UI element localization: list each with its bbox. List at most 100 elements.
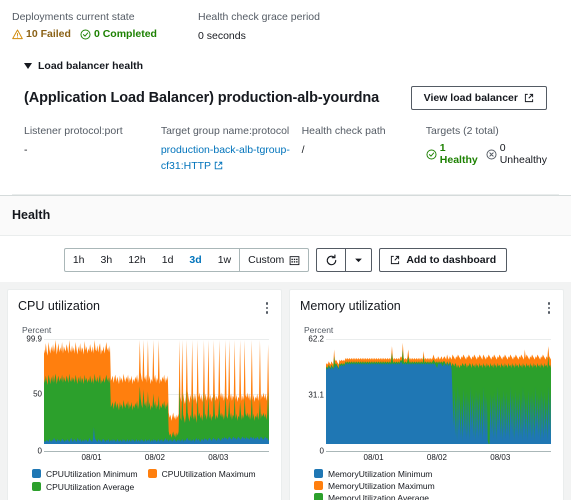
time-range-1h[interactable]: 1h bbox=[65, 249, 93, 271]
cpu-x-axis: 08/01 08/02 08/03 bbox=[44, 451, 269, 465]
details-columns: Deployments current state 10 Failed 0 Co… bbox=[12, 10, 559, 44]
alb-title: (Application Load Balancer) production-a… bbox=[24, 90, 380, 106]
close-circle-icon bbox=[486, 148, 497, 160]
targets-healthy: 1 Healthy bbox=[426, 142, 478, 166]
cpu-legend-label: CPUUtilization Average bbox=[46, 481, 135, 492]
health-section-title: Health bbox=[12, 208, 51, 222]
listener-label: Listener protocol:port bbox=[24, 125, 123, 137]
memory-legend-label: MemoryUtilization Minimum bbox=[328, 468, 433, 479]
deployments-failed-text: 10 Failed bbox=[26, 28, 71, 40]
cpu-card-menu-button[interactable] bbox=[263, 299, 272, 317]
memory-utilization-card: Memory utilization Percent 0 31.1 62.2 08/… bbox=[289, 289, 564, 500]
target-group-label: Target group name:protocol bbox=[160, 125, 290, 137]
time-range-3d[interactable]: 3d bbox=[181, 249, 209, 271]
check-circle-icon bbox=[426, 148, 437, 160]
external-link-icon[interactable] bbox=[214, 161, 223, 170]
grace-period-label: Health check grace period bbox=[198, 11, 320, 23]
time-range-3h[interactable]: 3h bbox=[93, 249, 121, 271]
time-range-selector[interactable]: 1h 3h 12h 1d 3d 1w Custom bbox=[63, 248, 310, 272]
targets-unhealthy: 0 Unhealthy bbox=[486, 142, 547, 166]
targets-block: Targets (2 total) 1 Healthy 0 Unhealthy bbox=[426, 124, 547, 174]
targets-unhealthy-text: 0 Unhealthy bbox=[499, 142, 547, 166]
external-link-icon bbox=[524, 93, 534, 103]
refresh-icon bbox=[325, 253, 338, 267]
memory-x-tick-label: 08/01 bbox=[363, 452, 384, 462]
targets-label: Targets (2 total) bbox=[425, 125, 499, 137]
memory-x-axis: 08/01 08/02 08/03 bbox=[326, 451, 551, 465]
cpu-utilization-card: CPU utilization Percent 0 50 99.9 08/01 08/… bbox=[7, 289, 282, 500]
cpu-y-tick-label: 50 bbox=[33, 389, 42, 399]
grace-period-block: Health check grace period 0 seconds bbox=[198, 10, 320, 44]
grace-period-value: 0 seconds bbox=[198, 30, 246, 42]
memory-card-menu-button[interactable] bbox=[545, 299, 554, 317]
target-group-block: Target group name:protocol production-ba… bbox=[161, 124, 302, 174]
cpu-series-svg bbox=[44, 339, 269, 444]
time-range-12h[interactable]: 12h bbox=[120, 249, 154, 271]
view-load-balancer-label: View load balancer bbox=[423, 92, 518, 104]
cpu-card-header: CPU utilization bbox=[18, 299, 271, 317]
memory-legend-item[interactable]: MemoryUtilization Maximum bbox=[314, 481, 553, 491]
memory-y-tick-label: 31.1 bbox=[308, 390, 324, 399]
legend-swatch-icon bbox=[32, 469, 41, 478]
alb-header: (Application Load Balancer) production-a… bbox=[12, 86, 559, 110]
deployments-completed-text: 0 Completed bbox=[93, 28, 157, 40]
memory-plot-area: 0 31.1 62.2 bbox=[300, 334, 553, 455]
cpu-y-tick-label: 0 bbox=[37, 446, 42, 455]
cpu-legend: CPUUtilization Minimum CPUUtilization Max… bbox=[18, 469, 271, 492]
add-to-dashboard-button[interactable]: Add to dashboard bbox=[379, 248, 508, 272]
refresh-button[interactable] bbox=[316, 248, 347, 272]
metrics-cards: CPU utilization Percent 0 50 99.9 08/01 08/… bbox=[0, 282, 571, 500]
memory-y-tick-label: 0 bbox=[319, 446, 324, 455]
cpu-y-axis-unit: Percent bbox=[22, 324, 52, 335]
health-check-path-label: Health check path bbox=[301, 125, 386, 137]
deployments-state-values: 10 Failed 0 Completed bbox=[12, 28, 198, 40]
memory-series-svg bbox=[326, 342, 551, 444]
cpu-legend-item[interactable]: CPUUtilization Average bbox=[32, 482, 134, 492]
cpu-x-tick-label: 08/01 bbox=[81, 452, 102, 462]
refresh-options-button[interactable] bbox=[346, 248, 373, 272]
legend-swatch-icon bbox=[314, 493, 323, 500]
cpu-plot-area: 0 50 99.9 bbox=[18, 334, 271, 455]
service-details: Deployments current state 10 Failed 0 Co… bbox=[0, 0, 571, 195]
memory-y-tick-label: 62.2 bbox=[308, 334, 324, 343]
cpu-legend-label: CPUUtilization Minimum bbox=[46, 468, 138, 479]
memory-legend: MemoryUtilization Minimum MemoryUtilizati… bbox=[300, 469, 553, 500]
time-range-1w[interactable]: 1w bbox=[210, 249, 239, 271]
time-range-custom[interactable]: Custom bbox=[240, 249, 308, 271]
cpu-x-tick-label: 08/02 bbox=[144, 452, 165, 462]
health-check-path-value: / bbox=[301, 144, 305, 156]
metrics-toolbar: 1h 3h 12h 1d 3d 1w Custom Add to dashboa… bbox=[0, 236, 571, 282]
listener-value: - bbox=[24, 144, 28, 156]
target-group-link[interactable]: production-back-alb-tgroup-cf31:HTTP bbox=[161, 144, 290, 172]
legend-swatch-icon bbox=[32, 482, 41, 491]
cpu-x-tick-label: 08/03 bbox=[208, 452, 229, 462]
deployments-state-label: Deployments current state bbox=[12, 11, 135, 23]
memory-x-tick-label: 08/02 bbox=[426, 452, 447, 462]
memory-y-axis-unit: Percent bbox=[304, 324, 334, 335]
cpu-y-tick-label: 99.9 bbox=[26, 334, 42, 343]
cpu-legend-item[interactable]: CPUUtilization Minimum bbox=[32, 469, 138, 479]
external-link-icon bbox=[390, 255, 400, 265]
cpu-legend-label: CPUUtilization Maximum bbox=[161, 468, 256, 479]
memory-legend-label: MemoryUtilization Maximum bbox=[328, 480, 435, 491]
health-check-path-block: Health check path / bbox=[302, 124, 426, 174]
load-balancer-health-expander[interactable]: Load balancer health bbox=[12, 60, 559, 72]
memory-card-title: Memory utilization bbox=[300, 299, 401, 313]
time-range-1d[interactable]: 1d bbox=[154, 249, 182, 271]
caret-down-icon bbox=[24, 63, 32, 69]
memory-legend-item[interactable]: MemoryUtilization Minimum bbox=[314, 469, 553, 479]
legend-swatch-icon bbox=[147, 469, 157, 478]
refresh-group bbox=[316, 248, 373, 272]
load-balancer-health-label: Load balancer health bbox=[38, 60, 144, 72]
alb-attributes: Listener protocol:port - Target group na… bbox=[12, 124, 559, 174]
view-load-balancer-button[interactable]: View load balancer bbox=[410, 86, 547, 110]
warning-triangle-icon bbox=[12, 29, 23, 40]
targets-healthy-text: 1 Healthy bbox=[439, 142, 478, 166]
deployments-state-block: Deployments current state 10 Failed 0 Co… bbox=[12, 10, 198, 44]
memory-card-header: Memory utilization bbox=[300, 299, 553, 317]
legend-swatch-icon bbox=[314, 469, 323, 478]
check-circle-icon bbox=[80, 28, 91, 40]
cpu-legend-item[interactable]: CPUUtilization Maximum bbox=[147, 468, 256, 479]
memory-legend-item[interactable]: MemoryUtilization Average bbox=[314, 493, 553, 500]
time-range-custom-label: Custom bbox=[248, 254, 285, 266]
